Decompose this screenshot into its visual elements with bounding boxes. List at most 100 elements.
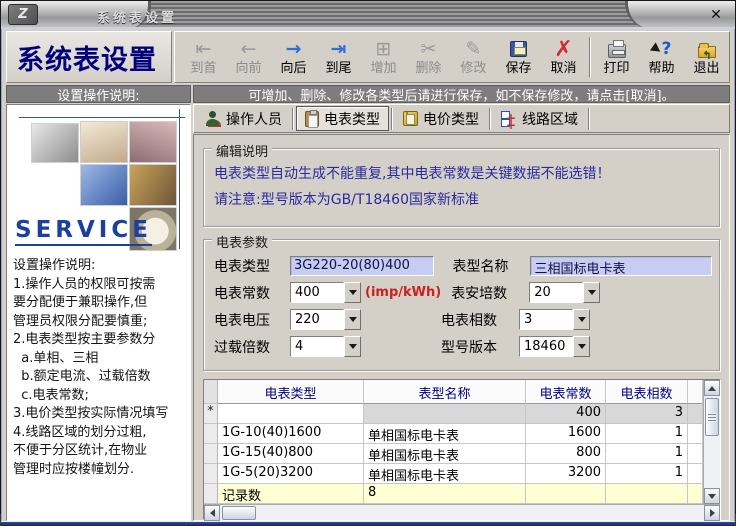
- page-title: 系统表设置: [17, 44, 157, 76]
- version-select[interactable]: 18460: [519, 336, 590, 357]
- collage-line-h: [19, 117, 185, 118]
- meter-constant-unit: (imp/kWh): [365, 285, 442, 300]
- vertical-scrollbar[interactable]: [703, 380, 720, 504]
- tab-operators[interactable]: 操作人员: [198, 106, 290, 131]
- horizontal-scroll-thumb[interactable]: [222, 505, 256, 520]
- cancel-button[interactable]: ✗ 取消: [541, 34, 586, 80]
- meter-params-title: 电表参数: [212, 232, 273, 251]
- overload-select[interactable]: 4: [290, 336, 361, 357]
- col-header-constant[interactable]: 电表常数: [526, 380, 606, 404]
- row-selector-header: [204, 380, 218, 404]
- app-title-panel: 系统表设置: [6, 31, 172, 83]
- collage-tile-tools: [31, 123, 79, 163]
- model-name-label: 表型名称: [452, 258, 509, 275]
- collage-tile-office: [129, 164, 177, 206]
- voltage-select[interactable]: 220: [290, 309, 361, 330]
- table-row-new[interactable]: * 400 3: [204, 404, 703, 424]
- next-button[interactable]: → 向后: [271, 34, 316, 80]
- app-window: Z 系统表设置 ✕ 系统表设置 ⇤ 到首 ← 向前 → 向后 ⇥ 到尾 ⊞ 增加…: [0, 0, 736, 526]
- pages-plus-icon: [501, 110, 517, 127]
- add-icon: ⊞: [375, 37, 392, 60]
- first-button: ⇤ 到首: [190, 37, 217, 76]
- col-header-meter-type[interactable]: 电表类型: [218, 380, 364, 404]
- modify-button: ✎ 修改: [460, 37, 487, 76]
- book-icon: [403, 111, 418, 126]
- last-icon: ⇥: [330, 37, 347, 60]
- person-icon: [206, 111, 221, 126]
- titlebar: Z 系统表设置 ✕: [1, 1, 735, 29]
- meter-type-label: 电表类型: [214, 258, 270, 275]
- cancel-icon: ✗: [554, 36, 573, 62]
- modify-icon: ✎: [465, 37, 482, 60]
- prev-button: ← 向前: [235, 37, 262, 76]
- tab-line-area[interactable]: 线路区域: [493, 106, 586, 131]
- sidebar: SERVICE 设置操作说明: 1.操作人员的权限可按需 要分配便于兼职操作,但…: [6, 104, 191, 521]
- meter-params-groupbox: 电表参数 电表类型 3G220-20(80)400 表型名称 三相国标电卡表 电…: [203, 232, 721, 372]
- amperage-select[interactable]: 20: [529, 282, 601, 303]
- phases-select[interactable]: 3: [519, 309, 590, 330]
- tab-content: 编辑说明 电表类型自动生成不能重复,其中电表常数是关键数据不能选错！ 请注意:型…: [193, 134, 730, 521]
- collage-line-v: [179, 109, 180, 249]
- grid-header-row: 电表类型 表型名称 电表常数 电表相数: [204, 380, 703, 404]
- collage-tile-parts: [129, 121, 177, 163]
- model-name-field[interactable]: 三相国标电卡表: [530, 255, 712, 277]
- save-button[interactable]: 保存: [496, 34, 541, 80]
- col-header-model-name[interactable]: 表型名称: [364, 380, 526, 404]
- table-row[interactable]: 1G-5(20)3200 单相国标电卡表 3200 1: [204, 464, 703, 484]
- scroll-left-icon[interactable]: [204, 504, 220, 521]
- last-button[interactable]: ⇥ 到尾: [316, 34, 361, 80]
- next-icon: →: [285, 37, 302, 60]
- param-row: 电表电压 220 电表相数 3: [214, 306, 712, 333]
- delete-icon: ✂: [420, 37, 437, 60]
- grid-table: 电表类型 表型名称 电表常数 电表相数 * 400 3 1G-10(40)160…: [204, 380, 703, 504]
- record-count-label: 记录数: [218, 484, 364, 504]
- scroll-up-icon[interactable]: [704, 380, 720, 396]
- table-row[interactable]: 1G-15(40)800 单相国标电卡表 800 1: [204, 444, 703, 464]
- collage-tile-pen: [80, 121, 128, 163]
- chevron-down-icon[interactable]: [344, 336, 361, 357]
- tab-separator: [292, 107, 294, 130]
- window-frame: 系统表设置 ⇤ 到首 ← 向前 → 向后 ⇥ 到尾 ⊞ 增加 ✂ 删除 ✎ 修改…: [1, 29, 735, 521]
- edit-note-groupbox: 编辑说明 电表类型自动生成不能重复,其中电表常数是关键数据不能选错！ 请注意:型…: [203, 141, 721, 228]
- tab-separator: [588, 107, 590, 130]
- meter-type-grid: 电表类型 表型名称 电表常数 电表相数 * 400 3 1G-10(40)160…: [203, 379, 721, 521]
- col-header-phases[interactable]: 电表相数: [606, 380, 688, 404]
- record-count-value: 8: [364, 484, 526, 504]
- voltage-label: 电表电压: [214, 312, 270, 329]
- prev-icon: ←: [240, 37, 257, 60]
- meter-constant-select[interactable]: 400: [290, 282, 361, 303]
- service-text: SERVICE: [15, 217, 152, 246]
- scroll-down-icon[interactable]: [704, 488, 720, 504]
- param-row: 电表类型 3G220-20(80)400 表型名称 三相国标电卡表: [214, 252, 712, 279]
- sidebar-caption: 设置操作说明:: [6, 85, 191, 104]
- tab-price-type[interactable]: 电价类型: [395, 106, 487, 131]
- chevron-down-icon[interactable]: [583, 282, 601, 303]
- toolbar-separator: [589, 37, 591, 77]
- param-row: 电表常数 400 (imp/kWh) 表安培数 20: [214, 279, 712, 306]
- instructions-text: 设置操作说明: 1.操作人员的权限可按需 要分配便于兼职操作,但 管理员权限分配…: [13, 258, 169, 477]
- amperage-label: 表安培数: [451, 285, 508, 302]
- delete-button: ✂ 删除: [415, 37, 442, 76]
- meter-type-field[interactable]: 3G220-20(80)400: [290, 255, 435, 276]
- exit-button[interactable]: 退出: [684, 34, 729, 80]
- meter-constant-label: 电表常数: [214, 285, 270, 302]
- close-icon[interactable]: ✕: [707, 6, 725, 24]
- chevron-down-icon[interactable]: [573, 309, 590, 330]
- scroll-right-icon[interactable]: [704, 504, 720, 521]
- edit-note-title: 编辑说明: [212, 141, 273, 160]
- col-header-filler: [688, 380, 703, 404]
- horizontal-scrollbar[interactable]: [204, 504, 720, 521]
- tab-meter-type[interactable]: 电表类型: [296, 106, 389, 131]
- chevron-down-icon[interactable]: [344, 309, 361, 330]
- add-button: ⊞ 增加: [370, 37, 397, 76]
- print-button[interactable]: 打印: [594, 34, 639, 80]
- exit-icon: [697, 42, 716, 67]
- vertical-scroll-thumb[interactable]: [705, 398, 719, 436]
- chevron-down-icon[interactable]: [573, 336, 590, 357]
- chevron-down-icon[interactable]: [344, 282, 361, 303]
- hint-bar: 可增加、删除、修改各类型后请进行保存，如不保存修改，请点击[取消]。: [193, 85, 730, 104]
- edit-note-line2: 请注意:型号版本为GB/T18460国家新标准: [214, 192, 479, 208]
- help-button[interactable]: ? 帮助: [639, 34, 684, 80]
- table-row[interactable]: 1G-10(40)1600 单相国标电卡表 1600 1: [204, 424, 703, 444]
- first-icon: ⇤: [195, 37, 212, 60]
